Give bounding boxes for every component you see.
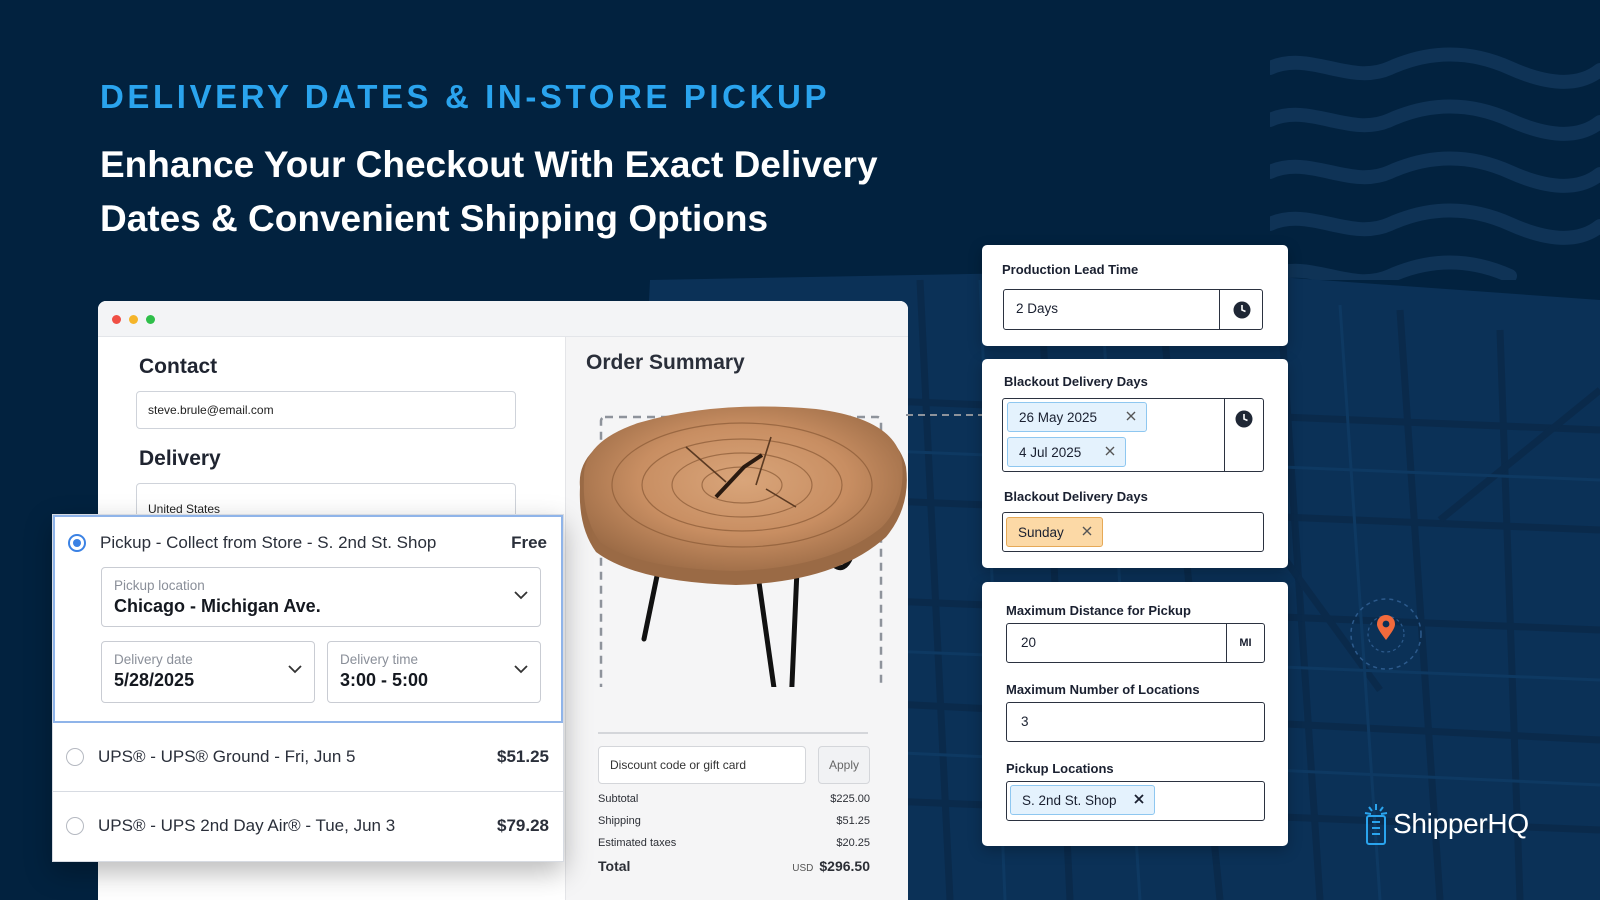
clock-icon[interactable] [1224, 399, 1263, 471]
blackout-dates-input[interactable]: 26 May 2025 4 Jul 2025 [1002, 398, 1264, 472]
date-chip[interactable]: 4 Jul 2025 [1007, 437, 1126, 467]
remove-chip-icon[interactable] [1133, 793, 1145, 805]
max-distance-input[interactable]: 20 MI [1006, 623, 1265, 663]
total-value: $296.50 [819, 858, 870, 874]
option-label: Pickup - Collect from Store - S. 2nd St.… [100, 533, 437, 552]
radio-unselected[interactable] [66, 748, 84, 766]
shipping-option-pickup[interactable]: Pickup - Collect from Store - S. 2nd St.… [53, 515, 563, 723]
total-currency: USD [792, 863, 814, 874]
delivery-date-select[interactable]: Delivery date 5/28/2025 [101, 641, 315, 703]
remove-chip-icon[interactable] [1081, 525, 1093, 537]
pickup-locations-label: Pickup Locations [1006, 761, 1114, 776]
email-value: steve.brule@email.com [148, 403, 274, 417]
delivery-date-value: 5/28/2025 [114, 670, 195, 690]
map-pin-icon [1350, 598, 1422, 670]
shipperhq-logo: ShipperHQ [1363, 800, 1543, 848]
summary-divider [598, 732, 868, 734]
maximize-window-dot[interactable] [146, 315, 155, 324]
blackout-days-label: Blackout Delivery Days [1004, 489, 1148, 504]
dashed-connector [906, 414, 986, 416]
logo-icon [1364, 804, 1388, 845]
option-price: $79.28 [497, 816, 549, 835]
max-distance-value: 20 [1021, 635, 1037, 650]
summary-row-taxes: Estimated taxes $20.25 [598, 837, 870, 849]
email-field[interactable]: steve.brule@email.com [136, 391, 516, 429]
apply-discount-button[interactable]: Apply [818, 746, 870, 784]
delivery-date-label: Delivery date [114, 652, 193, 667]
contact-heading: Contact [139, 355, 218, 378]
pickup-location-value: Chicago - Michigan Ave. [114, 596, 321, 616]
date-chip[interactable]: 26 May 2025 [1007, 402, 1147, 432]
chip-label: 26 May 2025 [1019, 409, 1098, 425]
background-wave-lines [1270, 47, 1600, 280]
minimize-window-dot[interactable] [129, 315, 138, 324]
blackout-days-input[interactable]: Sunday [1002, 512, 1264, 552]
remove-chip-icon[interactable] [1104, 445, 1116, 457]
max-distance-label: Maximum Distance for Pickup [1006, 603, 1191, 618]
lead-time-card: Production Lead Time 2 Days [982, 245, 1288, 346]
chip-label: Sunday [1018, 524, 1064, 540]
total-label: Total [598, 858, 631, 874]
window-title-bar [98, 301, 908, 337]
shipping-option-ups-2nd-day[interactable]: UPS® - UPS 2nd Day Air® - Tue, Jun 3 $79… [53, 792, 563, 861]
day-chip[interactable]: Sunday [1006, 517, 1103, 547]
brand-name: ShipperHQ [1393, 808, 1529, 839]
chevron-down-icon [514, 665, 528, 674]
distance-unit: MI [1226, 624, 1264, 662]
shipping-option-ups-ground[interactable]: UPS® - UPS® Ground - Fri, Jun 5 $51.25 [53, 723, 563, 791]
summary-value: $20.25 [836, 837, 870, 849]
summary-value: $51.25 [836, 815, 870, 827]
page-headline: Enhance Your Checkout With Exact Deliver… [100, 144, 878, 239]
pickup-settings-card: Maximum Distance for Pickup 20 MI Maximu… [982, 582, 1288, 846]
blackout-days-card: Blackout Delivery Days 26 May 2025 4 Jul… [982, 359, 1288, 568]
summary-value: $225.00 [830, 793, 870, 805]
discount-code-input[interactable]: Discount code or gift card [598, 746, 806, 784]
lead-time-label: Production Lead Time [1002, 262, 1139, 277]
option-price: $51.25 [497, 747, 549, 766]
lead-time-input[interactable]: 2 Days [1003, 289, 1263, 330]
shipping-options-card: Pickup - Collect from Store - S. 2nd St.… [52, 514, 564, 862]
chip-label: S. 2nd St. Shop [1022, 792, 1117, 808]
max-locations-label: Maximum Number of Locations [1006, 682, 1200, 697]
lead-time-value: 2 Days [1016, 301, 1059, 316]
chevron-down-icon [288, 665, 302, 674]
eyebrow-heading: DELIVERY DATES & IN-STORE PICKUP [100, 78, 831, 115]
delivery-time-label: Delivery time [340, 652, 419, 667]
discount-placeholder: Discount code or gift card [610, 758, 747, 772]
chevron-down-icon [514, 591, 528, 600]
product-table-image [579, 406, 907, 687]
chip-label: 4 Jul 2025 [1019, 444, 1082, 460]
summary-label: Subtotal [598, 793, 639, 805]
summary-row-subtotal: Subtotal $225.00 [598, 793, 870, 805]
delivery-heading: Delivery [139, 447, 221, 470]
blackout-dates-label: Blackout Delivery Days [1004, 374, 1148, 389]
radio-selected[interactable] [68, 534, 86, 552]
pickup-location-select[interactable]: Pickup location Chicago - Michigan Ave. [101, 567, 541, 627]
order-summary-panel: Order Summary Discount code or gift card… [565, 337, 908, 900]
close-window-dot[interactable] [112, 315, 121, 324]
max-locations-input[interactable]: 3 [1006, 702, 1265, 742]
delivery-time-select[interactable]: Delivery time 3:00 - 5:00 [327, 641, 541, 703]
summary-row-shipping: Shipping $51.25 [598, 815, 870, 827]
pickup-locations-input[interactable]: S. 2nd St. Shop [1006, 781, 1265, 821]
pickup-location-label: Pickup location [114, 578, 205, 593]
delivery-time-value: 3:00 - 5:00 [340, 670, 429, 690]
remove-chip-icon[interactable] [1125, 410, 1137, 422]
max-locations-value: 3 [1021, 714, 1029, 729]
summary-row-total: Total USD $296.50 [598, 858, 870, 874]
summary-label: Estimated taxes [598, 837, 677, 849]
option-label: UPS® - UPS 2nd Day Air® - Tue, Jun 3 [98, 816, 396, 835]
option-price: Free [511, 533, 547, 552]
location-chip[interactable]: S. 2nd St. Shop [1010, 785, 1155, 815]
summary-label: Shipping [598, 815, 641, 827]
radio-unselected[interactable] [66, 817, 84, 835]
option-label: UPS® - UPS® Ground - Fri, Jun 5 [98, 747, 356, 766]
clock-icon[interactable] [1219, 290, 1263, 329]
